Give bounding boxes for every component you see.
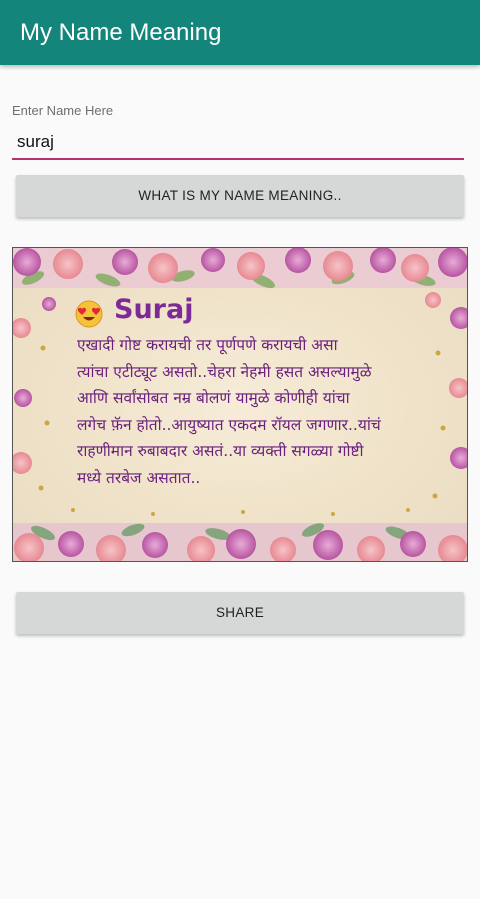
name-input-hint: Enter Name Here [12, 103, 114, 118]
name-meaning-text: एखादी गोष्ट करायची तर पूर्णपणे करायची अस… [77, 336, 381, 487]
name-meaning-button[interactable]: WHAT IS MY NAME MEANING.. [16, 175, 464, 217]
heart-eyes-emoji-icon [75, 300, 103, 328]
name-input[interactable] [12, 130, 464, 160]
app-bar: My Name Meaning [0, 0, 480, 65]
share-button[interactable]: SHARE [16, 592, 464, 634]
name-meaning-card: Suraj एखादी गोष्ट करायची तर पूर्णपणे करा… [12, 247, 468, 562]
card-name-title: Suraj [114, 294, 194, 325]
app-title: My Name Meaning [20, 19, 222, 46]
